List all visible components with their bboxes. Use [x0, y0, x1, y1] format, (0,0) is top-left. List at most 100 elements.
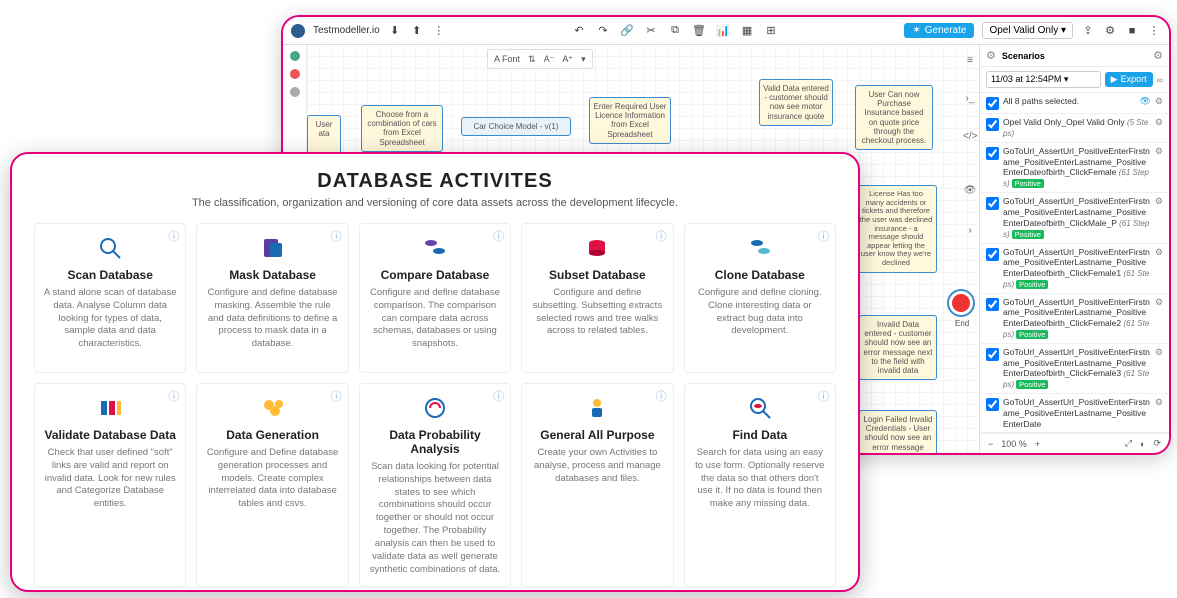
info-icon[interactable]: ⓘ	[656, 388, 667, 404]
date-dropdown[interactable]: 11/03 at 12:54PM ▾	[986, 71, 1101, 88]
undo-icon[interactable]: ↶	[572, 24, 586, 38]
chart-icon[interactable]: 📊	[716, 24, 730, 38]
delete-icon[interactable]: 🗑	[692, 24, 706, 38]
node-declined[interactable]: License Has too many accidents or ticket…	[855, 185, 937, 273]
all-paths-row[interactable]: All 8 paths selected. 👁 ⚙	[980, 93, 1169, 114]
info-icon[interactable]: ⓘ	[493, 228, 504, 244]
node-login-fail[interactable]: Login Failed Invalid Credentials - User …	[859, 410, 937, 455]
row-gear-icon[interactable]: ⚙	[1155, 117, 1163, 128]
activity-card[interactable]: ⓘData Probability AnalysisScan data look…	[359, 383, 511, 587]
size-inc-icon[interactable]: A⁺	[562, 54, 573, 65]
grid-icon[interactable]: ▦	[740, 24, 754, 38]
info-icon[interactable]: ⓘ	[168, 228, 179, 244]
scenario-check[interactable]	[986, 118, 999, 131]
list-icon[interactable]: ≡	[963, 55, 977, 69]
arrow-icon[interactable]: ›	[963, 225, 977, 239]
activity-card[interactable]: ⓘScan DatabaseA stand alone scan of data…	[34, 223, 186, 373]
activity-card[interactable]: ⓘMask DatabaseConfigure and define datab…	[196, 223, 348, 373]
row-gear-icon[interactable]: ⚙	[1155, 96, 1163, 107]
rail-dot-grey[interactable]	[290, 87, 300, 97]
info-icon[interactable]: ⓘ	[168, 388, 179, 404]
card-desc: Check that user defined "soft" links are…	[43, 447, 177, 511]
node-enter-lic[interactable]: Enter Required User Licence Information …	[589, 97, 671, 144]
upload-icon[interactable]: ⬆	[410, 24, 424, 38]
node-valid[interactable]: Valid Data entered - customer should now…	[759, 79, 833, 126]
scen-settings-icon[interactable]: ⚙	[1153, 49, 1163, 62]
info-icon[interactable]: ⓘ	[493, 388, 504, 404]
menu-icon[interactable]: ⋮	[1147, 24, 1161, 38]
node-choose[interactable]: Choose from a combination of cars from E…	[361, 105, 443, 152]
rail-dot-green[interactable]	[290, 51, 300, 61]
all-paths-check[interactable]	[986, 97, 999, 110]
layout-icon[interactable]: ⊞	[764, 24, 778, 38]
zoom-out-icon[interactable]: −	[988, 439, 993, 449]
info-icon[interactable]: ⓘ	[818, 228, 829, 244]
export-button[interactable]: ▶ Export	[1105, 72, 1153, 87]
info-icon[interactable]: ⓘ	[656, 228, 667, 244]
node-user[interactable]: User ata	[307, 115, 341, 155]
gear-icon[interactable]: ⚙	[986, 49, 996, 62]
scenario-row[interactable]: GoToUrl_AssertUrl_PositiveEnterFirstname…	[980, 244, 1169, 294]
scenario-check[interactable]	[986, 298, 999, 311]
node-invalid[interactable]: Invalid Data entered - customer should n…	[859, 315, 937, 380]
terminal-icon[interactable]: ›_	[963, 93, 977, 107]
video-icon[interactable]: ■	[1125, 24, 1139, 38]
card-title: Subset Database	[530, 268, 664, 282]
row-gear-icon[interactable]: ⚙	[1155, 196, 1163, 207]
zoom-in-icon[interactable]: +	[1035, 439, 1040, 449]
generate-button[interactable]: ✶ Generate	[904, 23, 974, 38]
activity-card[interactable]: ⓘClone DatabaseConfigure and define clon…	[684, 223, 836, 373]
scenario-check[interactable]	[986, 197, 999, 210]
download-icon[interactable]: ⬇	[388, 24, 402, 38]
activity-card[interactable]: ⓘData GenerationConfigure and Define dat…	[196, 383, 348, 587]
scenario-row[interactable]: Opel Valid Only_Opel Valid Only (5 Steps…	[980, 114, 1169, 143]
more-icon[interactable]: ⋮	[432, 24, 446, 38]
row-gear-icon[interactable]: ⚙	[1155, 397, 1163, 408]
align-icon[interactable]: ⇅	[528, 54, 536, 65]
settings-icon[interactable]: ⚙	[1103, 24, 1117, 38]
profile-dropdown[interactable]: Opel Valid Only ▾	[982, 22, 1073, 39]
card-title: Clone Database	[693, 268, 827, 282]
activity-card[interactable]: ⓘSubset DatabaseConfigure and define sub…	[521, 223, 673, 373]
globe-icon[interactable]: ◐	[1140, 439, 1145, 449]
row-gear-icon[interactable]: ⚙	[1155, 146, 1163, 157]
row-gear-icon[interactable]: ⚙	[1155, 347, 1163, 358]
activity-card[interactable]: ⓘValidate Database DataCheck that user d…	[34, 383, 186, 587]
eye-icon[interactable]: 👁	[963, 185, 977, 199]
scenario-check[interactable]	[986, 147, 999, 160]
rail-dot-red[interactable]	[290, 69, 300, 79]
panel-title: DATABASE ACTIVITES	[34, 170, 836, 193]
scenario-check[interactable]	[986, 248, 999, 261]
activity-card[interactable]: ⓘGeneral All PurposeCreate your own Acti…	[521, 383, 673, 587]
scenario-check[interactable]	[986, 398, 999, 411]
scenario-row[interactable]: GoToUrl_AssertUrl_PositiveEnterFirstname…	[980, 344, 1169, 394]
row-gear-icon[interactable]: ⚙	[1155, 247, 1163, 258]
scenario-row[interactable]: GoToUrl_AssertUrl_PositiveEnterFirstname…	[980, 143, 1169, 193]
visibility-icon[interactable]: 👁	[1139, 96, 1150, 107]
scenario-row[interactable]: GoToUrl_AssertUrl_PositiveEnterFirstname…	[980, 294, 1169, 344]
link-icon[interactable]: 🔗	[620, 24, 634, 38]
info-icon[interactable]: ⓘ	[331, 388, 342, 404]
node-car-model[interactable]: Car Choice Model - v(1)	[461, 117, 571, 136]
node-purchase[interactable]: User Can now Purchase Insurance based on…	[855, 85, 933, 150]
code-icon[interactable]: </>	[963, 131, 977, 145]
card-title: Find Data	[693, 428, 827, 442]
scenario-row[interactable]: GoToUrl_AssertUrl_PositiveEnterFirstname…	[980, 394, 1169, 433]
color-icon[interactable]: ▾	[581, 54, 586, 65]
activity-card[interactable]: ⓘFind DataSearch for data using an easy …	[684, 383, 836, 587]
size-dec-icon[interactable]: A⁻	[544, 54, 555, 65]
redo-icon[interactable]: ↷	[596, 24, 610, 38]
expand-icon[interactable]: ⤢	[1125, 438, 1132, 449]
row-gear-icon[interactable]: ⚙	[1155, 297, 1163, 308]
sync-icon[interactable]: ⟳	[1153, 438, 1161, 449]
info-icon[interactable]: ⓘ	[818, 388, 829, 404]
card-icon	[583, 234, 611, 262]
link-small-icon[interactable]: ∞	[1157, 75, 1163, 85]
share-icon[interactable]: ⇪	[1081, 24, 1095, 38]
scenario-check[interactable]	[986, 348, 999, 361]
activity-card[interactable]: ⓘCompare DatabaseConfigure and define da…	[359, 223, 511, 373]
cut-icon[interactable]: ✂	[644, 24, 658, 38]
copy-icon[interactable]: ⧉	[668, 24, 682, 38]
scenario-row[interactable]: GoToUrl_AssertUrl_PositiveEnterFirstname…	[980, 193, 1169, 243]
info-icon[interactable]: ⓘ	[331, 228, 342, 244]
